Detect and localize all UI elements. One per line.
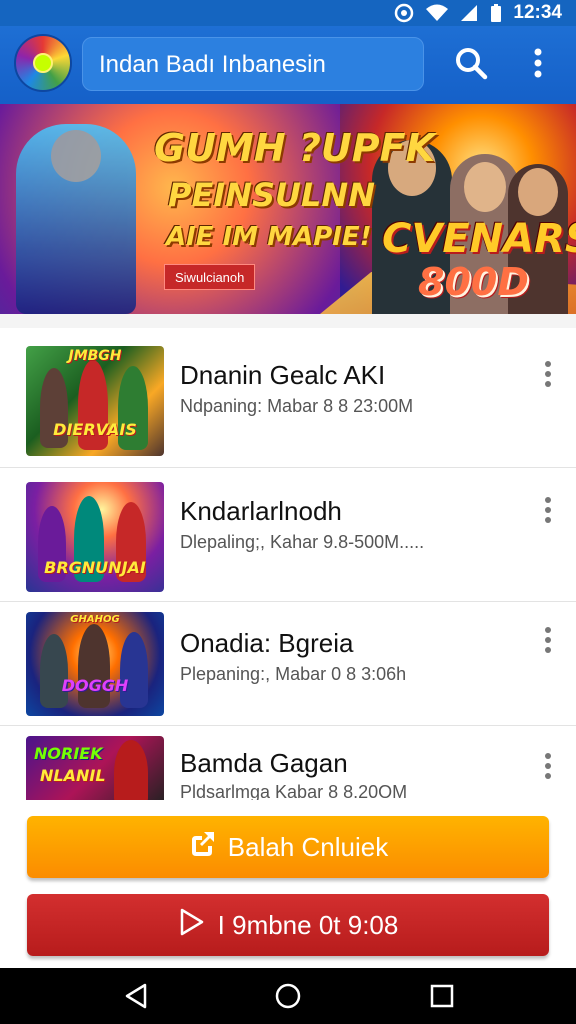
game-subtitle: Dlepaling;, Kahar 9.8-500M..... [180, 532, 425, 552]
app-logo-icon[interactable] [14, 34, 72, 92]
item-more-button[interactable] [532, 356, 564, 396]
more-vert-icon [544, 752, 552, 784]
promo-banner[interactable]: GUMH ?UPFK PEINSULNN AIE IM MAPIE! Siwul… [0, 104, 576, 314]
thumb-caption: NLANIL [40, 766, 106, 785]
thumb-caption-top: GHAHOG [70, 614, 120, 625]
game-list: JMBGH DIERVAIS Dnanin Gealc AKI Ndpaning… [0, 328, 576, 800]
status-time: 12:34 [513, 2, 562, 23]
primary-action-label: Balah Cnluiek [227, 831, 389, 862]
game-thumbnail: GHAHOG DOGGH [26, 612, 164, 716]
item-more-button[interactable] [532, 622, 564, 662]
list-item[interactable]: GHAHOG DOGGH Onadia: Bgreia Plepaning:, … [0, 602, 576, 726]
thumb-caption: DIERVAIS [53, 420, 137, 439]
app-screen: 12:34 Indan Badı Inbanesin GUMH ?UPFK PE… [0, 0, 576, 1024]
search-button[interactable] [446, 40, 496, 90]
play-icon [178, 907, 206, 944]
wifi-icon [425, 3, 449, 23]
game-title: Bamda Gagan [180, 748, 348, 778]
battery-icon [489, 3, 503, 23]
back-icon[interactable] [116, 978, 156, 1014]
banner-subheadline: PEINSULNN [168, 176, 375, 214]
item-more-button[interactable] [532, 748, 564, 788]
thumb-caption-top: JMBGH [68, 348, 122, 364]
primary-action-button[interactable]: Balah Cnluiek [27, 816, 549, 878]
thumb-caption: BRGNUNJAI [44, 558, 146, 577]
thumb-caption-top: NORIEK [34, 744, 103, 763]
game-subtitle: Ndpaning: Mabar 8 8 23:00M [180, 396, 414, 416]
more-vert-icon [544, 496, 552, 528]
banner-brand: CVENARS [382, 216, 576, 262]
more-vert-icon [533, 48, 543, 83]
game-title: Dnanin Gealc AKI [180, 360, 386, 390]
list-item[interactable]: NORIEK NLANIL Bamda Gagan Pldsarlmga Kab… [0, 726, 576, 800]
status-bar: 12:34 [0, 0, 576, 26]
notification-icon [393, 3, 415, 23]
game-subtitle: Pldsarlmga Kabar 8 8.20OM [180, 782, 408, 800]
search-input[interactable]: Indan Badı Inbanesin [82, 37, 424, 91]
game-subtitle: Plepaning:, Mabar 0 8 3:06h [180, 664, 407, 684]
item-more-button[interactable] [532, 492, 564, 532]
home-icon[interactable] [268, 978, 308, 1014]
overflow-menu-button[interactable] [514, 40, 562, 90]
secondary-action-label: I 9mbne 0t 9:08 [217, 909, 399, 940]
list-item[interactable]: JMBGH DIERVAIS Dnanin Gealc AKI Ndpaning… [0, 328, 576, 468]
more-vert-icon [544, 626, 552, 658]
game-title: Onadia: Bgreia [180, 628, 354, 658]
game-thumbnail: BRGNUNJAI [26, 482, 164, 592]
app-bar: Indan Badı Inbanesin [0, 26, 576, 104]
recents-icon[interactable] [422, 978, 462, 1014]
game-thumbnail: JMBGH DIERVAIS [26, 346, 164, 456]
action-area: Balah Cnluiek I 9mbne 0t 9:08 [0, 800, 576, 968]
external-link-icon [188, 830, 216, 865]
system-nav-bar [0, 968, 576, 1024]
banner-brand-number: 800D [418, 260, 529, 304]
game-thumbnail: NORIEK NLANIL [26, 736, 164, 800]
game-title: Kndarlarlnodh [180, 496, 342, 526]
more-vert-icon [544, 360, 552, 392]
thumb-caption: DOGGH [61, 676, 129, 695]
banner-tagline: AIE IM MAPIE! [166, 222, 372, 252]
signal-icon [459, 3, 479, 23]
search-icon [454, 46, 488, 85]
banner-hero-figure [16, 124, 136, 314]
banner-headline: GUMH ?UPFK [154, 126, 436, 170]
secondary-action-button[interactable]: I 9mbne 0t 9:08 [27, 894, 549, 956]
banner-cta-tag[interactable]: Siwulcianoh [164, 264, 256, 290]
list-item[interactable]: BRGNUNJAI Kndarlarlnodh Dlepaling;, Kaha… [0, 468, 576, 602]
